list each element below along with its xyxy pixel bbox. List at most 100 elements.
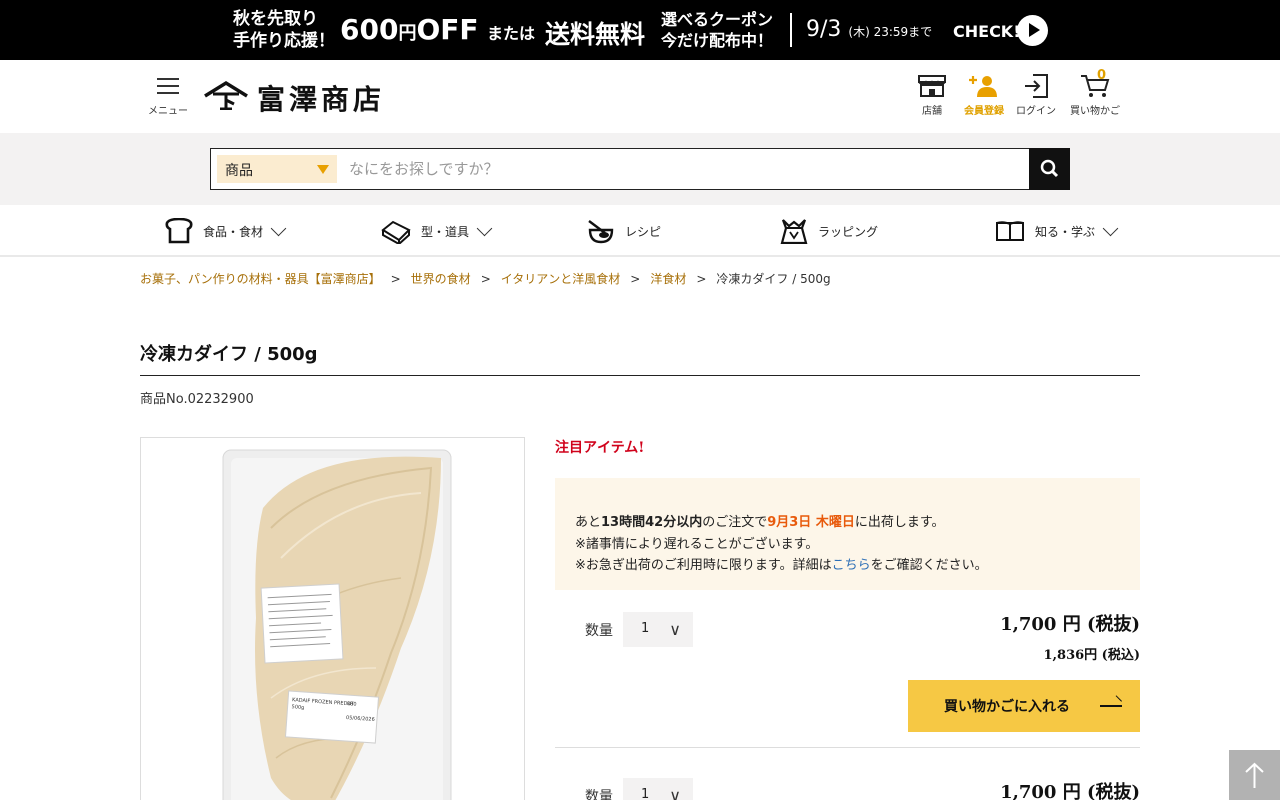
- add-to-cart-label: 買い物かごに入れる: [944, 699, 1070, 715]
- quantity-label: 数量: [585, 623, 613, 639]
- book-icon: [996, 221, 1024, 241]
- banner-tagline: 秋を先取り 手作り応援！: [233, 8, 335, 52]
- banner-tagline-line1: 秋を先取り: [233, 9, 318, 29]
- price-excl-tax: 1,700 円 (税抜): [1000, 614, 1140, 635]
- shipping-time: 13時間42分以内: [601, 515, 703, 530]
- search-input[interactable]: [349, 157, 1009, 181]
- product-photo: KADAIF FROZEN PREDUT 500g 880 05/06/2026: [222, 449, 452, 800]
- shipping-date: 9月3日 木曜日: [767, 515, 855, 530]
- search-area: 商品: [0, 133, 1280, 205]
- breadcrumb-separator: >: [630, 272, 641, 286]
- search-button[interactable]: [1029, 148, 1070, 190]
- banner-tagline-line2: 手作り応援！: [233, 31, 335, 51]
- arrow-right-icon: [1100, 705, 1122, 707]
- quantity-select[interactable]: 1 ∨: [623, 778, 693, 800]
- shipping-note2-pre: ※お急ぎ出荷のご利用時に限ります。詳細は: [575, 558, 832, 573]
- shipping-note2: ※お急ぎ出荷のご利用時に限ります。詳細はこちらをご確認ください。: [575, 555, 1120, 577]
- whisk-bowl-icon: [588, 220, 614, 244]
- menu-label: メニュー: [148, 106, 188, 117]
- breadcrumb-separator: >: [390, 272, 401, 286]
- nav-food[interactable]: 食品・食材: [165, 217, 287, 245]
- bread-icon: [165, 218, 193, 244]
- logo-mark-icon: [204, 80, 248, 110]
- breadcrumb-separator: >: [480, 272, 491, 286]
- chevron-down-icon: ∨: [669, 620, 681, 639]
- shipping-note1: ※諸事情により遅れることがございます。: [575, 536, 819, 552]
- breadcrumb-western[interactable]: 洋食材: [650, 272, 686, 286]
- banner-deadline: 9/3 (木) 23:59まで: [806, 17, 932, 42]
- banner-coupon-line2: 今だけ配布中！: [661, 31, 774, 50]
- quantity-select[interactable]: 1 ∨: [623, 612, 693, 647]
- quantity-value: 1: [641, 787, 650, 800]
- menu-button[interactable]: メニュー: [148, 78, 188, 120]
- banner-or: または: [487, 24, 536, 43]
- promo-banner[interactable]: 秋を先取り 手作り応援！ 600円OFF または 送料無料 選べるクーポン 今だ…: [0, 0, 1280, 60]
- nav-wrapping[interactable]: ラッピング: [780, 217, 878, 245]
- search-icon: [1040, 159, 1059, 178]
- banner-check-link[interactable]: CHECK!: [953, 22, 1021, 41]
- login-label: ログイン: [1016, 106, 1056, 117]
- add-to-cart-button[interactable]: 買い物かごに入れる: [908, 680, 1140, 732]
- banner-divider: [790, 13, 792, 47]
- quantity-label: 数量: [585, 789, 613, 800]
- price-incl-tax: 1,836円 (税込): [1043, 648, 1140, 663]
- shipping-mid: のご注文で: [702, 515, 768, 530]
- breadcrumb-world-food[interactable]: 世界の食材: [411, 272, 471, 286]
- breadcrumb: お菓子、パン作りの材料・器具【富澤商店】 > 世界の食材 > イタリアンと洋風食材 > 洋食…: [140, 270, 831, 287]
- nav-tools-label: 型・道具: [421, 224, 470, 239]
- chevron-down-icon: [1102, 220, 1119, 236]
- register-link[interactable]: 会員登録: [954, 74, 1014, 117]
- nav-learn-label: 知る・学ぶ: [1035, 224, 1096, 239]
- store-label: 店舗: [922, 106, 942, 117]
- play-icon[interactable]: [1017, 15, 1048, 46]
- caret-down-icon: [317, 165, 329, 174]
- banner-date-suffix: (木) 23:59まで: [848, 25, 933, 39]
- category-nav: 食品・食材 型・道具 レシピ ラッピング 知る・学ぶ: [0, 205, 1280, 257]
- title-divider: [140, 375, 1140, 376]
- quantity-value: 1: [641, 621, 650, 636]
- package-label-line3: 880: [347, 701, 357, 708]
- arrow-up-icon: [1245, 762, 1264, 788]
- product-number: 商品No.02232900: [140, 392, 254, 407]
- banner-coupon-line1: 選べるクーポン: [661, 10, 774, 29]
- banner-amount: 600: [340, 13, 399, 46]
- banner-date: 9/3: [806, 17, 842, 42]
- nav-tools[interactable]: 型・道具: [381, 217, 493, 245]
- login-link[interactable]: ログイン: [1006, 74, 1066, 117]
- back-to-top-button[interactable]: [1229, 750, 1280, 800]
- store-icon: [918, 75, 946, 97]
- product-title: 冷凍カダイフ / 500g: [140, 344, 318, 365]
- chevron-down-icon: ∨: [669, 786, 681, 800]
- chevron-down-icon: [476, 220, 493, 236]
- gift-bag-icon: [780, 219, 808, 244]
- package-label-line2: 500g: [291, 704, 304, 711]
- register-label: 会員登録: [964, 106, 1004, 117]
- breadcrumb-current: 冷凍カダイフ / 500g: [716, 272, 831, 286]
- logo-text: 富澤商店: [257, 83, 386, 116]
- cart-count-badge: 0: [1097, 68, 1107, 83]
- nav-recipe-label: レシピ: [625, 224, 662, 239]
- featured-badge: 注目アイテム!: [555, 440, 645, 456]
- banner-free-shipping: 送料無料: [545, 20, 646, 49]
- banner-off: OFF: [416, 13, 479, 46]
- price-excl-tax: 1,700 円 (税抜): [1000, 782, 1140, 800]
- breadcrumb-home[interactable]: お菓子、パン作りの材料・器具【富澤商店】: [140, 272, 381, 286]
- search-form: 商品: [210, 148, 1070, 190]
- purchase-row: 数量 1 ∨ 1,700 円 (税抜): [555, 770, 1140, 800]
- purchase-row: 数量 1 ∨ 1,700 円 (税抜) 1,836円 (税込) 買い物かごに入れ…: [555, 604, 1140, 748]
- breadcrumb-italian[interactable]: イタリアンと洋風食材: [501, 272, 621, 286]
- site-header: メニュー 富澤商店 店舗 会員登録 ログイン 0 買い物かご: [0, 60, 1280, 133]
- hamburger-icon: [157, 78, 179, 94]
- search-category-select[interactable]: 商品: [217, 155, 337, 183]
- shipping-pre: あと: [575, 515, 602, 530]
- product-image[interactable]: KADAIF FROZEN PREDUT 500g 880 05/06/2026: [140, 437, 525, 800]
- shipping-post: に出荷します。: [854, 515, 945, 530]
- nav-learn[interactable]: 知る・学ぶ: [995, 217, 1119, 245]
- shipping-line1: あと13時間42分以内のご注文で9月3日 木曜日に出荷します。: [575, 512, 1120, 534]
- cart-link[interactable]: 0 買い物かご: [1065, 68, 1125, 117]
- nav-recipe[interactable]: レシピ: [587, 217, 661, 245]
- login-icon: [1025, 74, 1048, 98]
- store-link[interactable]: 店舗: [902, 74, 962, 117]
- nav-food-label: 食品・食材: [203, 224, 264, 239]
- shipping-details-link[interactable]: こちら: [832, 558, 871, 573]
